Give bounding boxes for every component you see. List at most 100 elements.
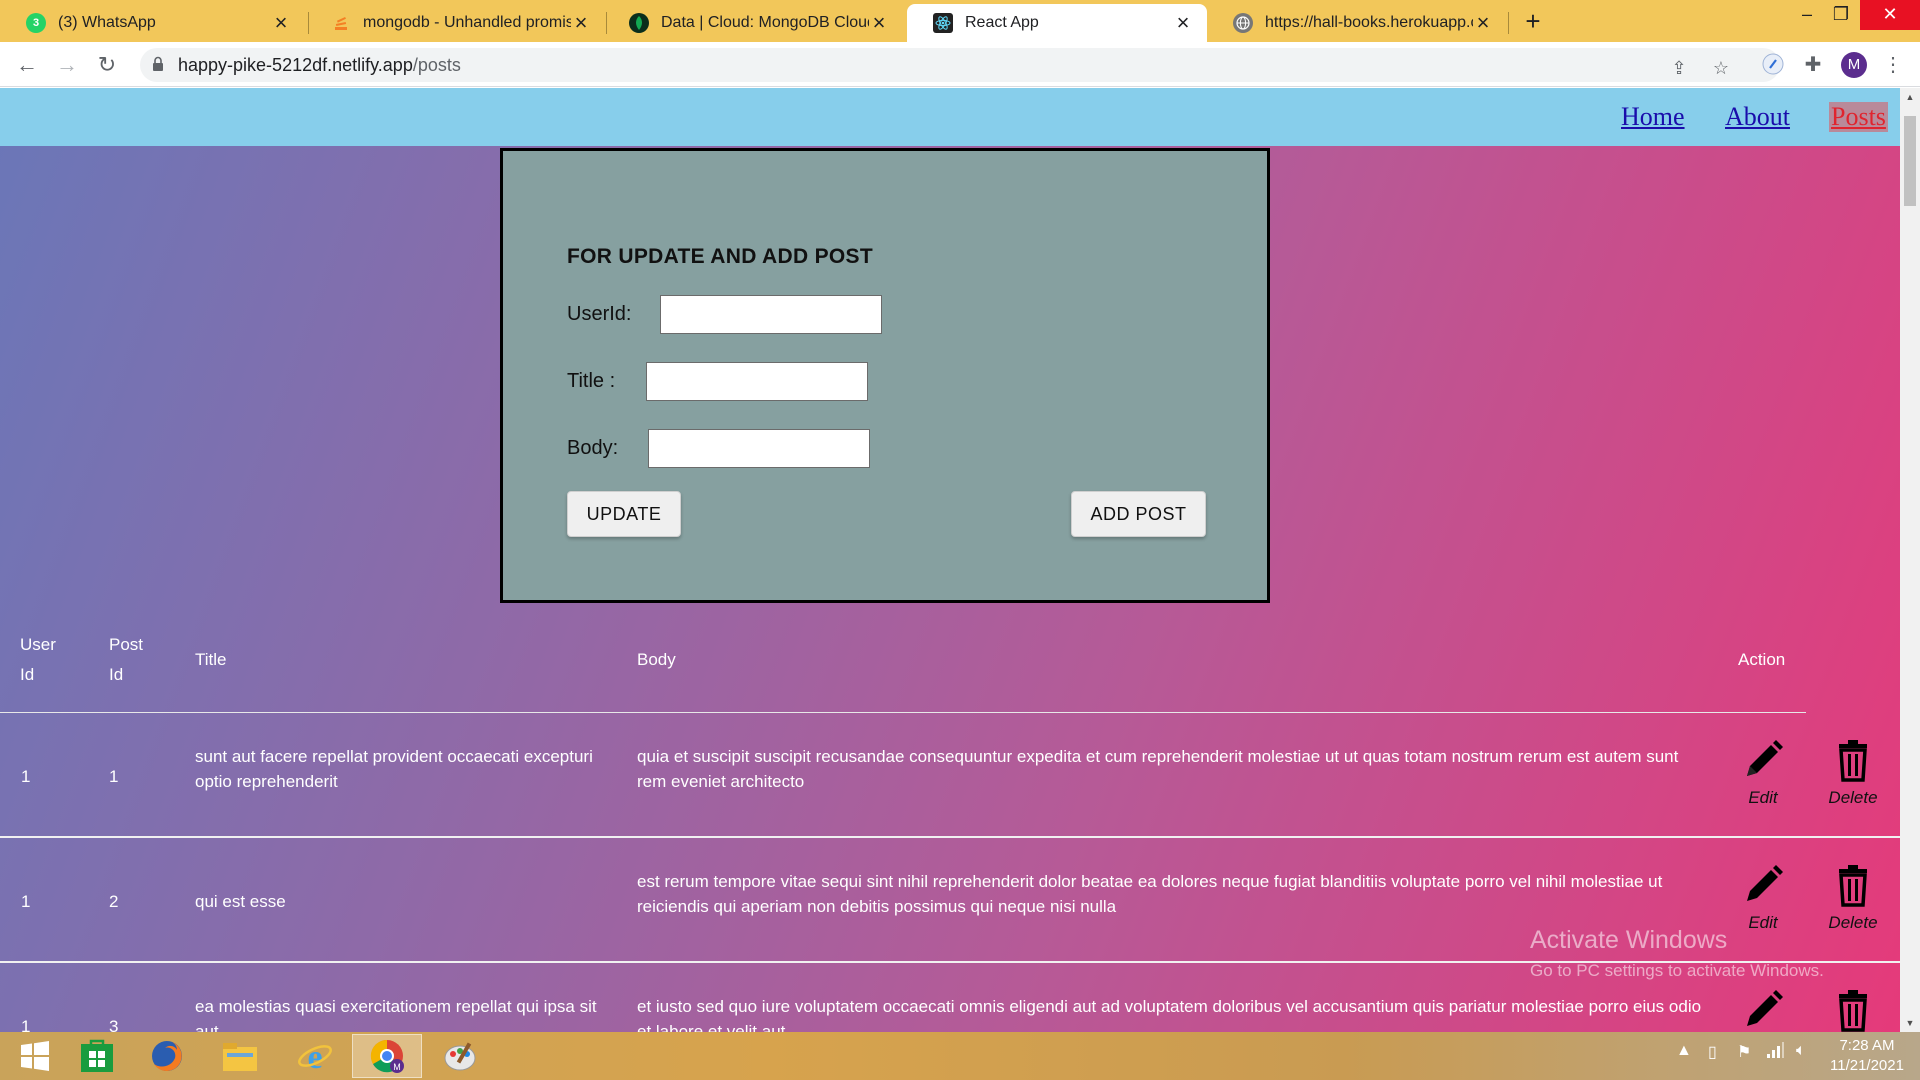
close-icon[interactable]: ×: [271, 10, 291, 36]
cell-title: qui est esse: [195, 892, 286, 911]
trash-icon: [1839, 865, 1867, 907]
address-toolbar: ← → ↻ happy-pike-5212df.netlify.app/post…: [0, 42, 1920, 87]
tab-stackoverflow[interactable]: mongodb - Unhandled promise r ×: [305, 4, 605, 42]
cell-body: et iusto sed quo iure voluptatem occaeca…: [637, 997, 1702, 1032]
table-header: User Id Post Id Title Body Action: [0, 620, 1806, 713]
forward-arrow-icon[interactable]: →: [54, 52, 80, 78]
tab-herokuapp[interactable]: https://hall-books.herokuapp.com ×: [1207, 4, 1507, 42]
title-input[interactable]: [646, 362, 868, 401]
delete-label: Delete: [1828, 913, 1878, 932]
internet-explorer-icon[interactable]: e: [280, 1034, 350, 1078]
edit-action[interactable]: [1728, 988, 1798, 1032]
nav-about-link[interactable]: About: [1725, 102, 1790, 132]
tab-title: https://hall-books.herokuapp.com: [1265, 14, 1473, 31]
pencil-icon: [1747, 990, 1783, 1026]
body-row: Body:: [567, 429, 870, 468]
taskbar-clock[interactable]: 7:28 AM 11/21/2021: [1830, 1036, 1904, 1076]
cell-title: ea molestias quasi exercitationem repell…: [195, 997, 597, 1032]
page-scrollbar[interactable]: ▲ ▼: [1900, 88, 1920, 1032]
store-icon[interactable]: [62, 1034, 132, 1078]
pencil-icon: [1747, 865, 1783, 901]
close-icon[interactable]: ×: [571, 10, 591, 36]
windows-start-icon[interactable]: [0, 1034, 70, 1078]
show-hidden-icons[interactable]: ▲: [1676, 1042, 1692, 1060]
delete-action[interactable]: Delete: [1818, 738, 1888, 808]
share-icon[interactable]: ⇪: [1668, 57, 1690, 79]
delete-action[interactable]: [1818, 988, 1888, 1032]
tab-title: Data | Cloud: MongoDB Cloud: [661, 14, 869, 31]
trash-icon: [1839, 740, 1867, 782]
cell-title: sunt aut facere repellat provident occae…: [195, 747, 593, 791]
edit-action[interactable]: Edit: [1728, 738, 1798, 808]
delete-action[interactable]: Delete: [1818, 863, 1888, 933]
new-tab-button[interactable]: +: [1518, 6, 1548, 36]
close-icon[interactable]: ×: [869, 10, 889, 36]
title-label: Title :: [567, 370, 616, 392]
cell-post-id: 3: [109, 1017, 119, 1032]
header-body: Body: [637, 650, 676, 669]
url-bar[interactable]: happy-pike-5212df.netlify.app/posts ⇪ ☆: [140, 48, 1780, 82]
scroll-up-icon[interactable]: ▲: [1904, 92, 1916, 102]
tab-whatsapp[interactable]: 3 (3) WhatsApp ×: [0, 4, 305, 42]
userid-input[interactable]: [660, 295, 882, 334]
page-viewport: Home About Posts FOR UPDATE AND ADD POST…: [0, 88, 1900, 1032]
body-input[interactable]: [648, 429, 870, 468]
nav-posts-link[interactable]: Posts: [1829, 102, 1888, 132]
edit-label: Edit: [1748, 788, 1778, 807]
tab-react-app[interactable]: React App ×: [907, 4, 1207, 42]
svg-text:M: M: [393, 1062, 401, 1072]
whatsapp-icon: 3: [26, 13, 46, 33]
userid-label: UserId:: [567, 303, 632, 325]
tab-title: (3) WhatsApp: [58, 14, 156, 31]
update-button[interactable]: UPDATE: [567, 491, 681, 537]
cell-body: est rerum tempore vitae sequi sint nihil…: [637, 872, 1663, 916]
cell-user-id: 1: [21, 1017, 31, 1032]
activate-windows-watermark: Activate Windows Go to PC settings to ac…: [1530, 926, 1824, 980]
firefox-icon[interactable]: [132, 1034, 202, 1078]
windows-taskbar: e M ▲ ▯ ⚑ 🔈︎ 7:28 AM 11/21/2021: [0, 1032, 1920, 1080]
tab-mongodb[interactable]: Data | Cloud: MongoDB Cloud ×: [603, 4, 903, 42]
paint-icon[interactable]: [425, 1034, 495, 1078]
tab-title: mongodb - Unhandled promise r: [363, 14, 571, 31]
react-icon: [933, 13, 953, 33]
title-row: Title :: [567, 362, 868, 401]
add-post-button[interactable]: ADD POST: [1071, 491, 1206, 537]
volume-icon[interactable]: 🔈︎: [1796, 1042, 1806, 1060]
close-icon[interactable]: ×: [1173, 10, 1193, 36]
svg-text:e: e: [307, 1039, 322, 1074]
userid-row: UserId:: [567, 295, 882, 334]
edit-action[interactable]: Edit: [1728, 863, 1798, 933]
delete-label: Delete: [1828, 788, 1878, 807]
window-close-button[interactable]: ✕: [1860, 0, 1920, 30]
form-heading: FOR UPDATE AND ADD POST: [567, 245, 873, 268]
table-row: 1 1 sunt aut facere repellat provident o…: [0, 714, 1900, 838]
chrome-taskbar-icon[interactable]: M: [352, 1034, 422, 1078]
tab-title: React App: [965, 14, 1039, 31]
flag-icon[interactable]: ⚑: [1737, 1042, 1751, 1062]
site-navbar: Home About Posts: [0, 88, 1900, 146]
url-text: happy-pike-5212df.netlify.app/posts: [178, 55, 461, 75]
lock-icon: [153, 56, 163, 71]
file-explorer-icon[interactable]: [205, 1034, 275, 1078]
scroll-down-icon[interactable]: ▼: [1904, 1018, 1916, 1028]
header-title: Title: [195, 650, 227, 669]
kebab-menu-icon[interactable]: ⋮: [1880, 52, 1906, 78]
extension-icon[interactable]: [1760, 52, 1786, 78]
restore-button[interactable]: ❐: [1818, 0, 1864, 30]
close-icon[interactable]: ×: [1473, 10, 1493, 36]
browser-tab-strip: 3 (3) WhatsApp × mongodb - Unhandled pro…: [0, 0, 1920, 42]
scroll-thumb[interactable]: [1904, 116, 1916, 206]
back-arrow-icon[interactable]: ←: [14, 52, 40, 78]
bookmark-star-icon[interactable]: ☆: [1710, 57, 1732, 79]
device-icon[interactable]: ▯: [1708, 1042, 1717, 1062]
trash-icon: [1839, 990, 1867, 1032]
network-signal-icon[interactable]: [1766, 1042, 1784, 1063]
puzzle-extensions-icon[interactable]: ✚: [1800, 52, 1826, 78]
reload-icon[interactable]: ↻: [94, 52, 120, 78]
cell-post-id: 2: [109, 892, 119, 911]
stackoverflow-icon: [331, 13, 351, 33]
nav-home-link[interactable]: Home: [1621, 102, 1685, 132]
globe-icon: [1233, 13, 1253, 33]
profile-avatar[interactable]: M: [1841, 52, 1867, 78]
body-label: Body:: [567, 437, 619, 459]
